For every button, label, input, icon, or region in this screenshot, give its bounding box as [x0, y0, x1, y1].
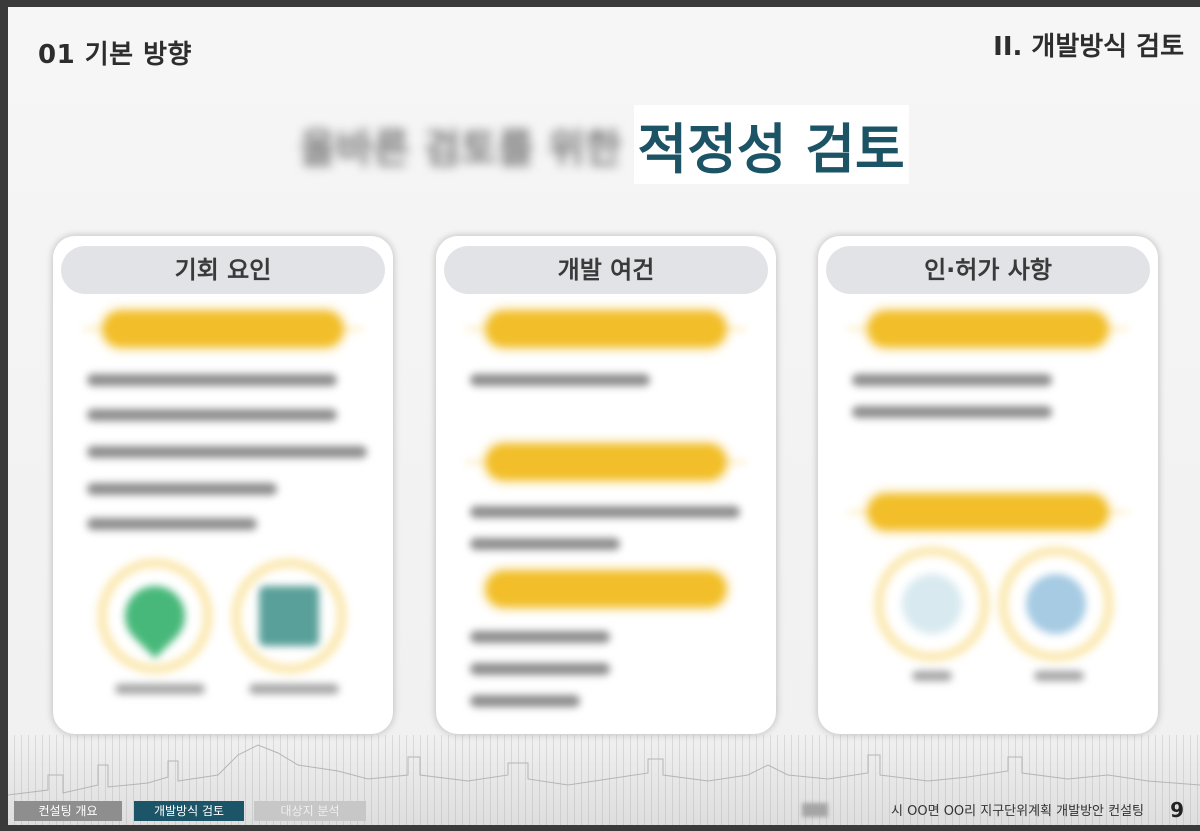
card-opportunity: 기회 요인: [53, 236, 393, 734]
top-frame-bar-thin: [990, 0, 1200, 3]
chapter-title: II. 개발방식 검토: [993, 32, 1184, 62]
card-permits: 인·허가 사항: [818, 236, 1158, 734]
card-blurred-content: [436, 306, 776, 714]
footer-tab-overview[interactable]: 컨설팅 개요: [14, 801, 122, 821]
headline-blurred-prefix: 올바른 검토를 위한: [299, 125, 622, 172]
section-title: 01 기본 방향: [38, 40, 192, 70]
page-number: 9: [1170, 798, 1184, 822]
slide-headline: 올바른 검토를 위한 적정성 검토: [8, 105, 1200, 184]
footer: 컨설팅 개요 개발방식 검토 대상지 분석 시 OO면 OO리 지구단위계획 개…: [8, 798, 1200, 825]
footer-tab-site-analysis[interactable]: 대상지 분석: [254, 801, 366, 821]
slide: 01 기본 방향 II. 개발방식 검토 올바른 검토를 위한 적정성 검토 기회…: [8, 7, 1200, 825]
card-development-conditions: 개발 여건: [436, 236, 776, 734]
card-blurred-content: [818, 306, 1158, 714]
headline-main: 적정성 검토: [633, 105, 909, 184]
footer-redacted: [802, 803, 828, 817]
top-frame-bar: [0, 0, 990, 7]
card-title: 기회 요인: [61, 246, 385, 294]
footer-document-title: 시 OO면 OO리 지구단위계획 개발방안 컨설팅: [891, 804, 1144, 819]
footer-tab-development-review[interactable]: 개발방식 검토: [134, 801, 244, 821]
card-title: 개발 여건: [444, 246, 768, 294]
card-blurred-content: [53, 306, 393, 714]
card-title: 인·허가 사항: [826, 246, 1150, 294]
